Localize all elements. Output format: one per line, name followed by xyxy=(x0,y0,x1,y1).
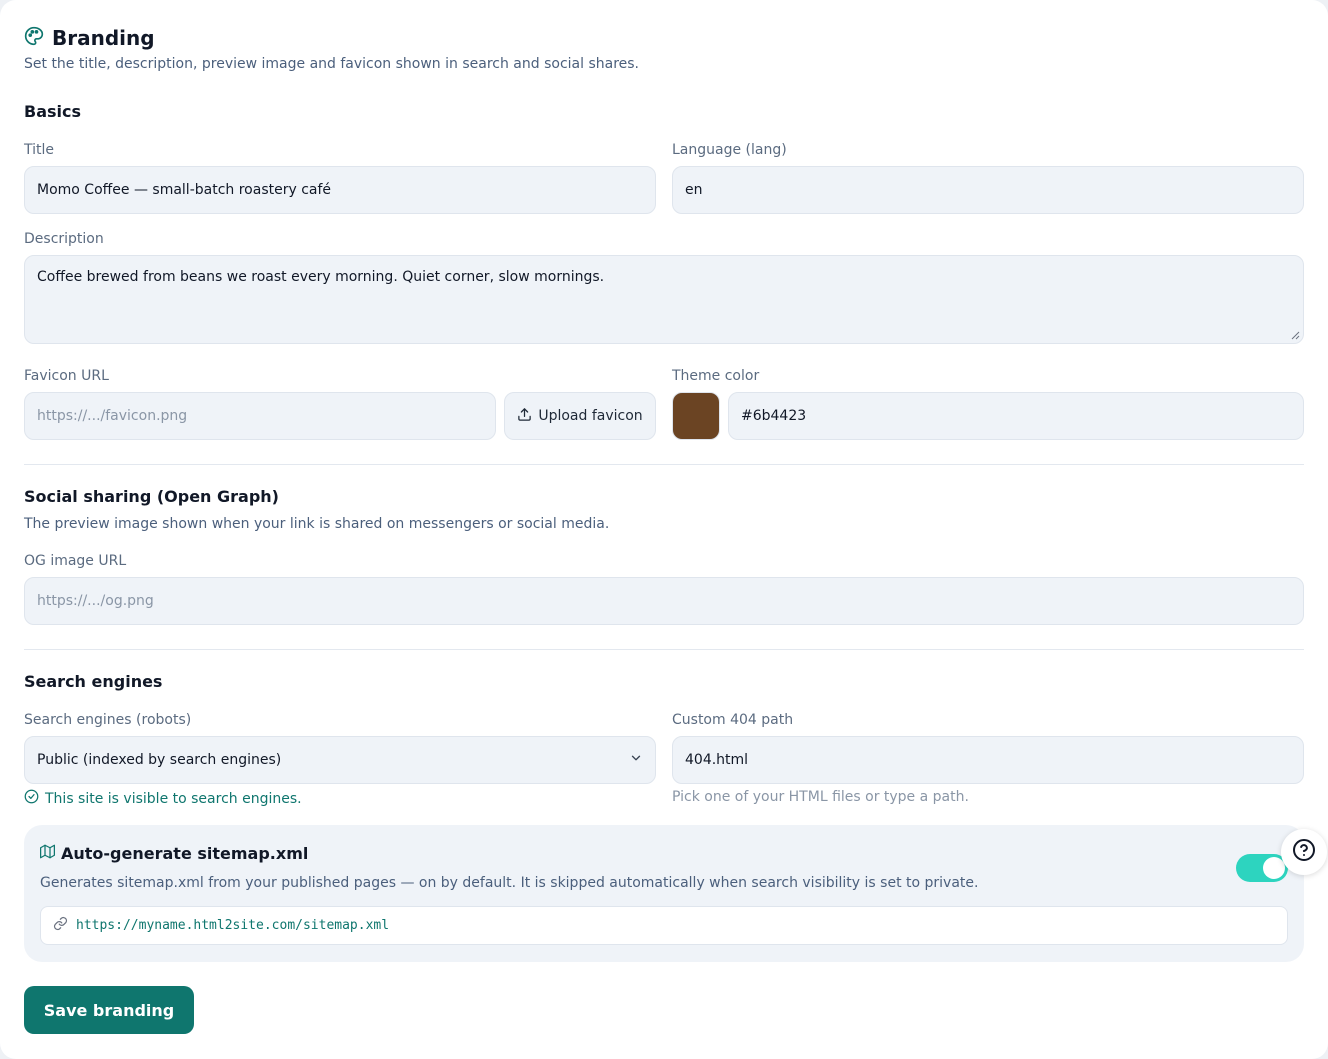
sitemap-url-box: https://myname.html2site.com/sitemap.xml xyxy=(40,906,1288,945)
check-circle-icon xyxy=(24,789,39,808)
page-header: Branding xyxy=(24,26,155,50)
og-image-placeholder: https://.../og.png xyxy=(37,593,154,609)
notfound-hint: Pick one of your HTML files or type a pa… xyxy=(672,789,969,805)
palette-icon xyxy=(24,26,44,50)
search-heading: Search engines xyxy=(24,672,163,691)
language-label: Language (lang) xyxy=(672,142,787,158)
description-textarea[interactable]: Coffee brewed from beans we roast every … xyxy=(24,255,1304,344)
save-branding-button[interactable]: Save branding xyxy=(24,986,194,1034)
description-textarea-value: Coffee brewed from beans we roast every … xyxy=(37,269,605,285)
notfound-path-value: 404.html xyxy=(685,752,749,768)
resize-handle-icon[interactable] xyxy=(1291,331,1300,340)
favicon-url-input[interactable]: https://.../favicon.png xyxy=(24,392,496,440)
theme-color-swatch[interactable] xyxy=(672,392,720,440)
robots-select[interactable]: Public (indexed by search engines) xyxy=(24,736,656,784)
robots-label: Search engines (robots) xyxy=(24,712,192,728)
sitemap-description: Generates sitemap.xml from your publishe… xyxy=(40,875,979,891)
upload-favicon-label: Upload favicon xyxy=(538,408,643,424)
page-title: Branding xyxy=(52,26,155,50)
social-heading: Social sharing (Open Graph) xyxy=(24,487,279,506)
notfound-path-input[interactable]: 404.html xyxy=(672,736,1304,784)
save-branding-label: Save branding xyxy=(43,1000,175,1020)
og-image-input[interactable]: https://.../og.png xyxy=(24,577,1304,625)
upload-icon xyxy=(517,407,532,426)
page-subtitle: Set the title, description, preview imag… xyxy=(24,56,640,72)
favicon-url-placeholder: https://.../favicon.png xyxy=(37,408,188,424)
sitemap-title: Auto-generate sitemap.xml xyxy=(40,844,308,863)
divider xyxy=(24,649,1304,650)
basics-heading: Basics xyxy=(24,102,82,121)
sitemap-title-text: Auto-generate sitemap.xml xyxy=(61,844,309,863)
link-icon xyxy=(53,916,68,935)
divider xyxy=(24,464,1304,465)
branding-card: Branding Set the title, description, pre… xyxy=(0,0,1328,1059)
title-label: Title xyxy=(24,142,55,158)
help-button[interactable] xyxy=(1281,829,1327,875)
og-image-label: OG image URL xyxy=(24,553,127,569)
robots-hint-text: This site is visible to search engines. xyxy=(45,790,302,807)
theme-color-input[interactable]: #6b4423 xyxy=(728,392,1304,440)
language-input[interactable]: en xyxy=(672,166,1304,214)
question-circle-icon xyxy=(1292,838,1316,866)
robots-hint: This site is visible to search engines. xyxy=(24,789,302,808)
theme-color-value: #6b4423 xyxy=(741,408,807,424)
map-icon xyxy=(40,844,55,863)
language-input-value: en xyxy=(685,182,703,198)
social-description: The preview image shown when your link i… xyxy=(24,516,610,532)
robots-select-value: Public (indexed by search engines) xyxy=(37,752,282,768)
notfound-label: Custom 404 path xyxy=(672,712,794,728)
theme-color-label: Theme color xyxy=(672,368,760,384)
title-input[interactable]: Momo Coffee — small-batch roastery café xyxy=(24,166,656,214)
sitemap-toggle[interactable] xyxy=(1236,854,1288,882)
sitemap-panel: Auto-generate sitemap.xml Generates site… xyxy=(24,825,1304,962)
favicon-label: Favicon URL xyxy=(24,368,109,384)
upload-favicon-button[interactable]: Upload favicon xyxy=(504,392,656,440)
sitemap-url-link[interactable]: https://myname.html2site.com/sitemap.xml xyxy=(76,918,389,933)
description-label: Description xyxy=(24,231,104,247)
title-input-value: Momo Coffee — small-batch roastery café xyxy=(37,182,332,198)
chevron-down-icon xyxy=(629,751,643,769)
